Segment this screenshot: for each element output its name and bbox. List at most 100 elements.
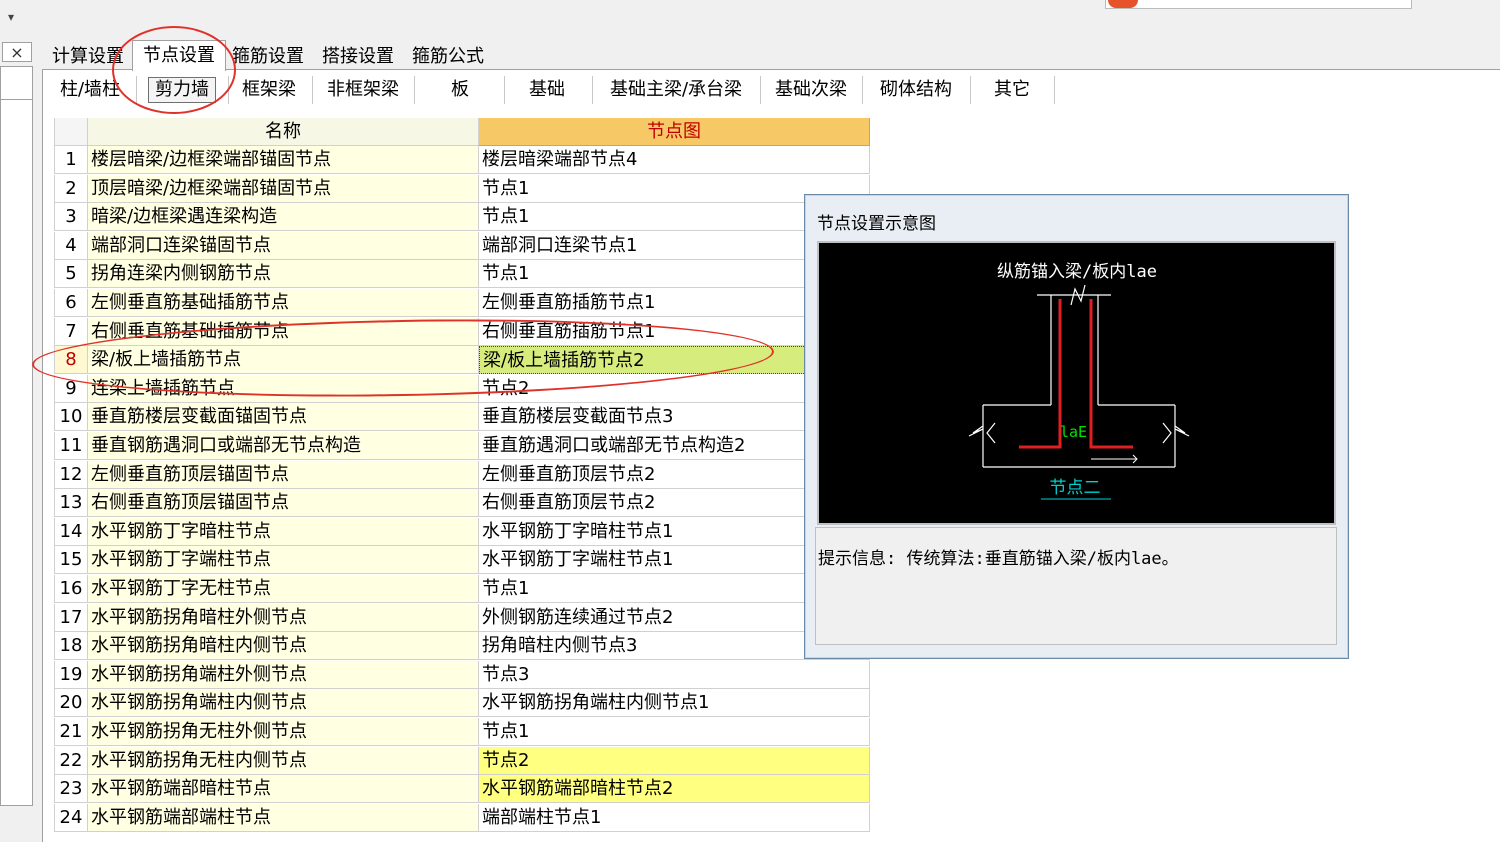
node-name-cell: 水平钢筋拐角暗柱外侧节点 <box>88 603 479 632</box>
node-diagram-cell[interactable]: 节点1 <box>479 718 870 746</box>
table-row[interactable]: 15 水平钢筋丁字端柱节点 水平钢筋丁字端柱节点1 <box>54 546 870 575</box>
table-row[interactable]: 1 楼层暗梁/边框梁端部锚固节点 楼层暗梁端部节点4 <box>54 146 870 174</box>
subtab-divider <box>592 76 593 104</box>
subtab-foundation-secondary-beam[interactable]: 基础次梁 <box>764 74 858 106</box>
node-diagram-canvas: 纵筋锚入梁/板内lae laE 节点二 <box>817 241 1336 525</box>
table-row[interactable]: 10 垂直筋楼层变截面锚固节点 垂直筋楼层变截面节点3 <box>54 403 870 432</box>
subtab-foundation[interactable]: 基础 <box>506 74 588 106</box>
row-number: 17 <box>54 603 88 632</box>
row-number: 16 <box>54 575 88 603</box>
node-name-cell: 水平钢筋拐角端柱外侧节点 <box>88 660 479 689</box>
node-name-cell: 顶层暗梁/边框梁端部锚固节点 <box>88 174 479 203</box>
node-name-cell: 左侧垂直筋基础插筋节点 <box>88 289 479 317</box>
table-row[interactable]: 12 左侧垂直筋顶层锚固节点 左侧垂直筋顶层节点2 <box>54 460 870 489</box>
anchor-length-label: laE <box>1060 423 1087 441</box>
table-row[interactable]: 19 水平钢筋拐角端柱外侧节点 节点3 <box>54 660 870 689</box>
table-row[interactable]: 22 水平钢筋拐角无柱内侧节点 节点2 <box>54 746 870 775</box>
hint-panel: 提示信息: 传统算法:垂直筋锚入梁/板内lae。 <box>815 527 1337 645</box>
column-header-node[interactable]: 节点图 <box>479 118 870 146</box>
node-name-cell: 水平钢筋拐角暗柱内侧节点 <box>88 632 479 661</box>
node-name-cell: 暗梁/边框梁遇连梁构造 <box>88 203 479 232</box>
node-name-cell: 水平钢筋丁字暗柱节点 <box>88 517 479 546</box>
table-row[interactable]: 18 水平钢筋拐角暗柱内侧节点 拐角暗柱内侧节点3 <box>54 632 870 661</box>
subtab-divider <box>414 76 415 104</box>
row-number: 11 <box>54 432 88 460</box>
row-number: 24 <box>54 803 88 832</box>
tab-strip-border <box>42 69 1500 70</box>
tab-lap-settings[interactable]: 搭接设置 <box>318 45 398 69</box>
node-diagram-cell[interactable]: 楼层暗梁端部节点4 <box>479 146 870 174</box>
row-number: 14 <box>54 517 88 546</box>
node-type-label: 节点二 <box>1050 478 1101 498</box>
node-name-cell: 楼层暗梁/边框梁端部锚固节点 <box>88 146 479 174</box>
node-name-cell: 水平钢筋拐角端柱内侧节点 <box>88 689 479 718</box>
row-number: 5 <box>54 260 88 289</box>
table-row[interactable]: 11 垂直钢筋遇洞口或端部无节点构造 垂直筋遇洞口或端部无节点构造2 <box>54 432 870 460</box>
subtab-masonry[interactable]: 砌体结构 <box>866 74 966 106</box>
close-button[interactable]: × <box>2 42 32 62</box>
node-diagram-cell[interactable]: 水平钢筋端部暗柱节点2 <box>479 775 870 804</box>
node-name-cell: 端部洞口连梁锚固节点 <box>88 231 479 260</box>
node-diagram-cell[interactable]: 端部端柱节点1 <box>479 803 870 832</box>
subtab-divider <box>312 76 313 104</box>
node-name-cell: 水平钢筋拐角无柱内侧节点 <box>88 746 479 775</box>
row-number: 22 <box>54 746 88 775</box>
dimension-lines <box>1091 454 1138 464</box>
app-logo-strip <box>1105 0 1412 9</box>
table-row[interactable]: 21 水平钢筋拐角无柱外侧节点 节点1 <box>54 718 870 746</box>
table-row[interactable]: 6 左侧垂直筋基础插筋节点 左侧垂直筋插筋节点1 <box>54 289 870 317</box>
grid-header-row: 名称 节点图 <box>54 118 870 146</box>
table-row[interactable]: 4 端部洞口连梁锚固节点 端部洞口连梁节点1 <box>54 231 870 260</box>
subtab-divider <box>970 76 971 104</box>
tab-stirrup-settings[interactable]: 箍筋设置 <box>228 45 308 69</box>
row-number: 6 <box>54 289 88 317</box>
table-row[interactable]: 13 右侧垂直筋顶层锚固节点 右侧垂直筋顶层节点2 <box>54 489 870 518</box>
table-row[interactable]: 17 水平钢筋拐角暗柱外侧节点 外侧钢筋连续通过节点2 <box>54 603 870 632</box>
table-row[interactable]: 2 顶层暗梁/边框梁端部锚固节点 节点1 <box>54 174 870 203</box>
row-number: 3 <box>54 203 88 232</box>
node-diagram-cell[interactable]: 节点2 <box>479 746 870 775</box>
row-number: 18 <box>54 632 88 661</box>
row-number: 19 <box>54 660 88 689</box>
row-number: 4 <box>54 231 88 260</box>
node-name-cell: 拐角连梁内侧钢筋节点 <box>88 260 479 289</box>
table-row[interactable]: 3 暗梁/边框梁遇连梁构造 节点1 <box>54 203 870 232</box>
node-name-cell: 右侧垂直筋顶层锚固节点 <box>88 489 479 518</box>
row-number: 13 <box>54 489 88 518</box>
table-row[interactable]: 23 水平钢筋端部暗柱节点 水平钢筋端部暗柱节点2 <box>54 775 870 804</box>
node-name-cell: 水平钢筋丁字端柱节点 <box>88 546 479 575</box>
left-panel-header <box>0 66 33 100</box>
node-diagram-cell[interactable]: 节点3 <box>479 660 870 689</box>
row-number: 20 <box>54 689 88 718</box>
node-diagram-popup: 节点设置示意图 纵筋锚入梁/板内lae laE 节点二 提示信息: 传统算法:垂… <box>804 194 1349 659</box>
subtab-non-frame-beam[interactable]: 非框架梁 <box>316 74 410 106</box>
subtab-foundation-main-beam[interactable]: 基础主梁/承台梁 <box>596 74 756 106</box>
node-diagram-cell[interactable]: 水平钢筋拐角端柱内侧节点1 <box>479 689 870 718</box>
row-number: 12 <box>54 460 88 489</box>
node-name-cell: 左侧垂直筋顶层锚固节点 <box>88 460 479 489</box>
node-name-cell: 水平钢筋端部暗柱节点 <box>88 775 479 804</box>
popup-title: 节点设置示意图 <box>817 214 936 234</box>
grid-corner-cell <box>54 118 88 146</box>
table-row[interactable]: 14 水平钢筋丁字暗柱节点 水平钢筋丁字暗柱节点1 <box>54 517 870 546</box>
subtab-other[interactable]: 其它 <box>974 74 1050 106</box>
node-name-cell: 水平钢筋丁字无柱节点 <box>88 575 479 603</box>
node-name-cell: 垂直筋楼层变截面锚固节点 <box>88 403 479 432</box>
diagram-caption: 纵筋锚入梁/板内lae <box>997 262 1157 282</box>
table-row[interactable]: 20 水平钢筋拐角端柱内侧节点 水平钢筋拐角端柱内侧节点1 <box>54 689 870 718</box>
row-number: 15 <box>54 546 88 575</box>
subtab-divider <box>760 76 761 104</box>
column-header-name[interactable]: 名称 <box>88 118 479 146</box>
node-name-cell: 水平钢筋拐角无柱外侧节点 <box>88 718 479 746</box>
annotation-circle-tab <box>112 26 236 114</box>
subtab-frame-beam[interactable]: 框架梁 <box>230 74 308 106</box>
tab-stirrup-formula[interactable]: 箍筋公式 <box>408 45 488 69</box>
row-number: 23 <box>54 775 88 804</box>
dropdown-arrow-icon[interactable]: ▾ <box>8 10 22 24</box>
node-name-cell: 水平钢筋端部端柱节点 <box>88 803 479 832</box>
app-logo-icon <box>1108 0 1138 8</box>
table-row[interactable]: 16 水平钢筋丁字无柱节点 节点1 <box>54 575 870 603</box>
table-row[interactable]: 24 水平钢筋端部端柱节点 端部端柱节点1 <box>54 803 870 832</box>
subtab-slab[interactable]: 板 <box>418 74 502 106</box>
table-row[interactable]: 5 拐角连梁内侧钢筋节点 节点1 <box>54 260 870 289</box>
